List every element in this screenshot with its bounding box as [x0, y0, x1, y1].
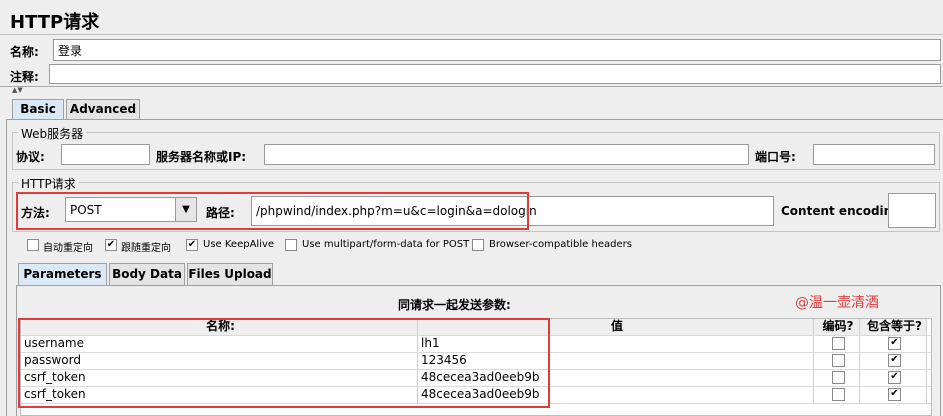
- include-equals-cell: ✔: [860, 336, 927, 352]
- param-name[interactable]: username: [21, 336, 418, 352]
- browser-headers-checkbox[interactable]: [472, 239, 484, 251]
- parameters-table: 名称: 值 编码? 包含等于? username lh1 ✔ password …: [20, 318, 932, 416]
- include-equals-checkbox[interactable]: ✔: [888, 337, 901, 350]
- param-name[interactable]: csrf_token: [21, 387, 418, 403]
- splitter[interactable]: [0, 86, 943, 87]
- web-server-legend: Web服务器: [18, 125, 87, 142]
- page-title: HTTP请求: [10, 12, 100, 33]
- encode-cell: [814, 353, 860, 369]
- path-input[interactable]: /phpwind/index.php?m=u&c=login&a=dologin: [251, 196, 774, 226]
- tab-basic[interactable]: Basic: [12, 99, 64, 120]
- multipart-checkbox[interactable]: [285, 239, 297, 251]
- encode-checkbox[interactable]: [831, 388, 845, 401]
- method-label: 方法:: [21, 206, 50, 220]
- include-equals-checkbox[interactable]: ✔: [888, 371, 901, 384]
- table-row[interactable]: csrf_token 48cecea3ad0eeb9b ✔: [21, 370, 931, 387]
- keepalive-checkbox[interactable]: ✔: [186, 239, 198, 251]
- keepalive-label: Use KeepAlive: [203, 239, 275, 250]
- port-label: 端口号:: [755, 150, 796, 164]
- watermark: @温一壶清酒: [795, 295, 879, 311]
- header-include-equals[interactable]: 包含等于?: [860, 319, 927, 335]
- params-title: 同请求一起发送参数:: [398, 298, 511, 312]
- name-label: 名称:: [10, 45, 39, 59]
- name-input[interactable]: 登录: [53, 39, 941, 61]
- table-row[interactable]: username lh1 ✔: [21, 336, 931, 353]
- include-equals-cell: ✔: [860, 370, 927, 386]
- encode-checkbox[interactable]: [831, 337, 845, 350]
- tab-parameters[interactable]: Parameters: [18, 263, 107, 285]
- auto-redirect-checkbox[interactable]: [27, 239, 39, 251]
- encode-checkbox[interactable]: [831, 371, 845, 384]
- multipart-label: Use multipart/form-data for POST: [302, 239, 470, 250]
- chevron-down-icon[interactable]: ▼: [175, 198, 196, 221]
- header-name[interactable]: 名称:: [21, 319, 418, 335]
- param-value[interactable]: 123456: [418, 353, 814, 369]
- follow-redirect-checkbox[interactable]: ✔: [105, 239, 117, 251]
- include-equals-checkbox[interactable]: ✔: [888, 354, 901, 367]
- protocol-input[interactable]: [61, 144, 150, 165]
- content-encoding-label: Content encoding:: [781, 204, 906, 218]
- header-value[interactable]: 值: [418, 319, 814, 335]
- port-input[interactable]: [813, 144, 935, 165]
- server-label: 服务器名称或IP:: [156, 150, 247, 164]
- encode-cell: [814, 336, 860, 352]
- table-header-row: 名称: 值 编码? 包含等于?: [21, 319, 931, 336]
- auto-redirect-label: 自动重定向: [43, 243, 93, 254]
- tab-body-data[interactable]: Body Data: [109, 263, 185, 285]
- param-value[interactable]: 48cecea3ad0eeb9b: [418, 370, 814, 386]
- table-row[interactable]: password 123456 ✔: [21, 353, 931, 370]
- param-name[interactable]: csrf_token: [21, 370, 418, 386]
- encode-checkbox[interactable]: [831, 354, 845, 367]
- param-value[interactable]: 48cecea3ad0eeb9b: [418, 387, 814, 403]
- method-select[interactable]: POST ▼: [65, 197, 197, 222]
- include-equals-checkbox[interactable]: ✔: [888, 388, 901, 401]
- comment-label: 注释:: [10, 70, 39, 84]
- comment-input[interactable]: [49, 64, 941, 84]
- content-encoding-input[interactable]: [888, 193, 936, 228]
- include-equals-cell: ✔: [860, 387, 927, 403]
- tab-files-upload[interactable]: Files Upload: [187, 263, 273, 285]
- param-name[interactable]: password: [21, 353, 418, 369]
- collapse-arrows-icon[interactable]: ▲▼: [12, 87, 23, 94]
- encode-cell: [814, 387, 860, 403]
- server-input[interactable]: [264, 144, 749, 165]
- divider: [0, 34, 943, 35]
- browser-headers-label: Browser-compatible headers: [489, 239, 632, 250]
- param-value[interactable]: lh1: [418, 336, 814, 352]
- http-request-legend: HTTP请求: [18, 175, 79, 192]
- path-label: 路径:: [206, 206, 235, 220]
- protocol-label: 协议:: [16, 150, 45, 164]
- include-equals-cell: ✔: [860, 353, 927, 369]
- method-value: POST: [70, 203, 102, 217]
- tab-advanced[interactable]: Advanced: [66, 99, 140, 120]
- encode-cell: [814, 370, 860, 386]
- table-row[interactable]: csrf_token 48cecea3ad0eeb9b ✔: [21, 387, 931, 404]
- follow-redirect-label: 跟随重定向: [121, 243, 171, 254]
- header-encode[interactable]: 编码?: [814, 319, 860, 335]
